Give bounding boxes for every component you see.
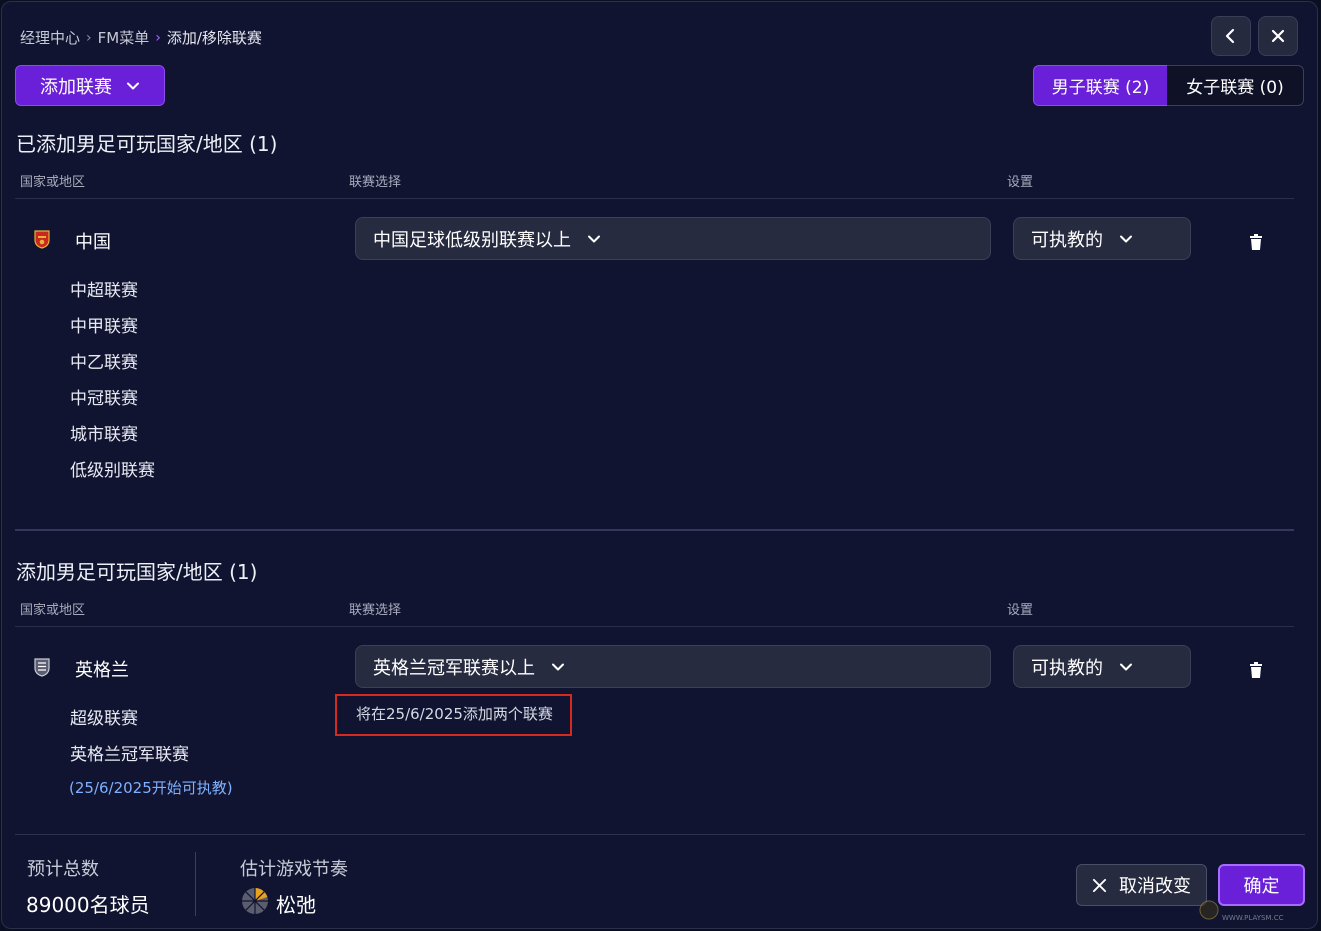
england-league-select-value: 英格兰冠军联赛以上: [373, 657, 535, 679]
breadcrumb-current: 添加/移除联赛: [166, 29, 262, 47]
league-item: 城市联赛: [70, 425, 138, 445]
column-header-league-select: 联赛选择: [349, 603, 402, 618]
add-league-label: 添加联赛: [40, 76, 112, 98]
england-league-select-dropdown[interactable]: 英格兰冠军联赛以上: [355, 645, 991, 688]
chevron-down-icon: [1120, 663, 1132, 670]
close-icon: [1092, 878, 1107, 892]
pace-gauge-icon: [242, 887, 268, 914]
league-item: 中冠联赛: [70, 389, 138, 409]
section-divider: [15, 529, 1294, 531]
adding-section-title: 添加男足可玩国家/地区 (1): [16, 560, 258, 584]
back-button[interactable]: [1211, 16, 1251, 56]
breadcrumb-fm-menu[interactable]: FM菜单: [98, 27, 150, 48]
column-header-league-select: 联赛选择: [349, 175, 402, 190]
england-setting-value: 可执教的: [1031, 657, 1103, 679]
close-icon: [1271, 29, 1285, 43]
cancel-changes-button[interactable]: 取消改变: [1076, 864, 1207, 906]
column-header-country: 国家或地区: [20, 603, 86, 618]
pace-value: 松弛: [276, 893, 316, 917]
league-item: 中乙联赛: [70, 353, 138, 373]
column-header-settings: 设置: [1007, 175, 1034, 190]
breadcrumb: 经理中心 › FM菜单 › 添加/移除联赛: [20, 27, 262, 48]
country-name-china: 中国: [75, 232, 111, 253]
site-watermark-logo: WWW.PLAYSM.CC: [1199, 900, 1284, 922]
chevron-left-icon: [1225, 28, 1235, 44]
added-section-title: 已添加男足可玩国家/地区 (1): [16, 132, 278, 156]
close-button[interactable]: [1258, 16, 1298, 56]
total-label: 预计总数: [27, 859, 99, 880]
column-header-country: 国家或地区: [20, 175, 86, 190]
add-date-notice: 将在25/6/2025添加两个联赛: [356, 705, 553, 723]
total-value: 89000名球员: [26, 893, 150, 917]
league-item: 中超联赛: [70, 281, 138, 301]
chevron-down-icon: [552, 663, 564, 670]
footer-divider: [15, 834, 1305, 835]
chevron-down-icon: [127, 82, 139, 89]
china-league-select-value: 中国足球低级别联赛以上: [373, 229, 571, 251]
pace-label: 估计游戏节奏: [240, 859, 348, 880]
league-item: 英格兰冠军联赛: [70, 745, 189, 765]
add-league-button[interactable]: 添加联赛: [15, 65, 165, 106]
watermark-text: WWW.PLAYSM.CC: [1222, 914, 1284, 922]
china-crest-icon: [34, 230, 50, 249]
tab-men-leagues[interactable]: 男子联赛 (2): [1033, 65, 1168, 106]
chevron-down-icon: [1120, 235, 1132, 242]
china-league-select-dropdown[interactable]: 中国足球低级别联赛以上: [355, 217, 991, 260]
coachable-date-note: (25/6/2025开始可执教): [69, 779, 233, 797]
footer-separator: [195, 852, 196, 916]
england-setting-dropdown[interactable]: 可执教的: [1013, 645, 1191, 688]
column-header-settings: 设置: [1007, 603, 1034, 618]
trash-icon[interactable]: [1250, 234, 1262, 250]
chevron-down-icon: [588, 235, 600, 242]
cancel-changes-label: 取消改变: [1119, 876, 1191, 897]
england-crest-icon: [34, 658, 50, 677]
trash-icon[interactable]: [1250, 662, 1262, 678]
china-setting-value: 可执教的: [1031, 229, 1103, 251]
country-name-england: 英格兰: [75, 660, 129, 681]
league-item: 超级联赛: [70, 709, 138, 729]
chevron-right-icon: ›: [155, 29, 161, 46]
divider: [15, 198, 1294, 199]
league-item: 中甲联赛: [70, 317, 138, 337]
china-setting-dropdown[interactable]: 可执教的: [1013, 217, 1191, 260]
tab-women-leagues[interactable]: 女子联赛 (0): [1167, 65, 1304, 106]
league-item: 低级别联赛: [70, 461, 155, 481]
divider: [15, 626, 1294, 627]
breadcrumb-manager-center[interactable]: 经理中心: [20, 27, 80, 48]
chevron-right-icon: ›: [86, 29, 92, 46]
